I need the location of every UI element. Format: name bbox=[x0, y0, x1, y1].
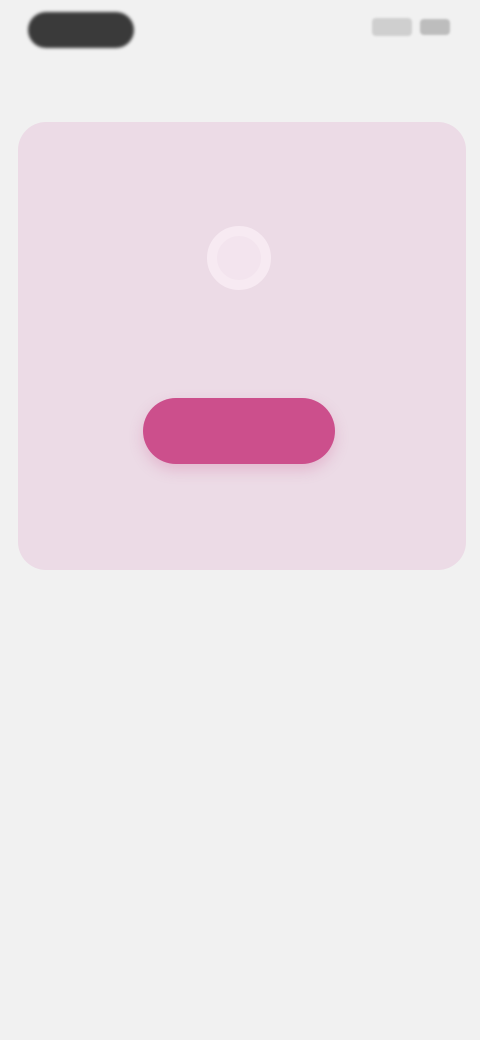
status-icons bbox=[372, 18, 450, 36]
time-pill bbox=[28, 12, 134, 48]
promo-card bbox=[18, 122, 466, 570]
page-title bbox=[0, 60, 480, 96]
signal-icon bbox=[372, 18, 412, 36]
ring-icon bbox=[207, 226, 271, 290]
status-bar bbox=[0, 0, 480, 60]
primary-button[interactable] bbox=[143, 398, 335, 464]
battery-icon bbox=[420, 19, 450, 35]
